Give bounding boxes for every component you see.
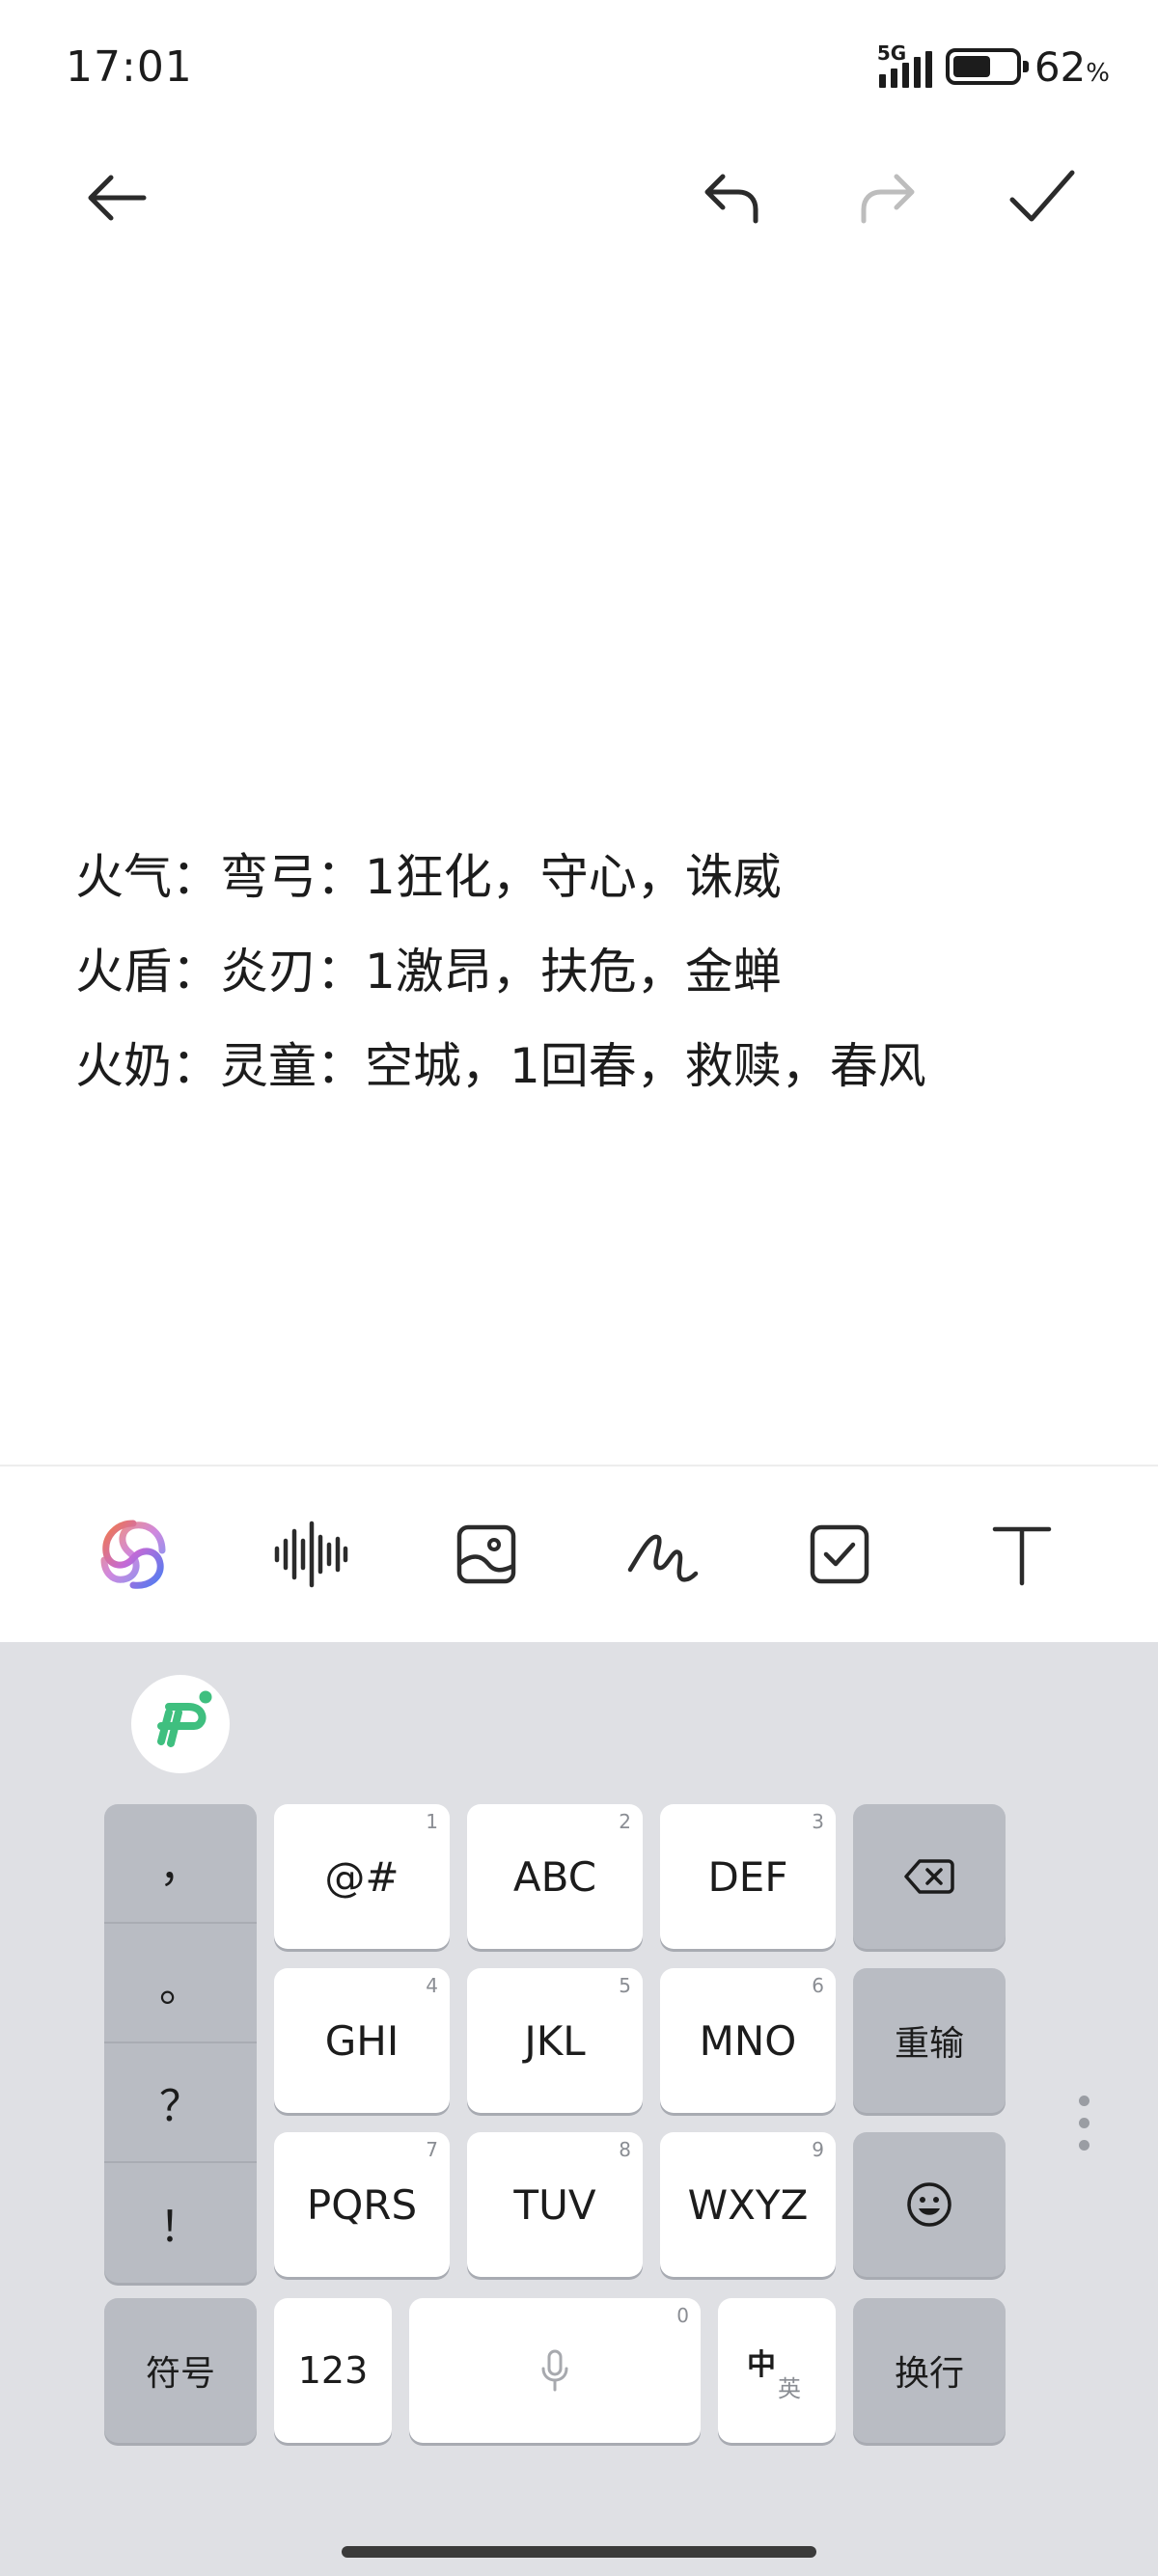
punct-comma-key[interactable]: ， (104, 1804, 257, 1924)
home-indicator[interactable] (342, 2546, 816, 2558)
emoji-icon (907, 2182, 951, 2227)
status-icons: 5G 62% (877, 41, 1110, 91)
key-2[interactable]: ABC 2 (467, 1804, 643, 1949)
backspace-key[interactable] (853, 1804, 1006, 1949)
key-6[interactable]: MNO 6 (660, 1968, 836, 2113)
undo-icon (704, 174, 758, 224)
key-4[interactable]: GHI 4 (274, 1968, 450, 2113)
emoji-key[interactable] (853, 2132, 1006, 2277)
status-time: 17:01 (66, 42, 193, 92)
back-button[interactable] (64, 145, 170, 251)
note-editor[interactable]: 火气：弯弓：1狂化，守心，诛威 火盾：炎刃：1激昂，扶危，金蝉 火奶：灵童：空城… (75, 830, 1089, 1113)
punct-question-key[interactable]: ？ (104, 2043, 257, 2163)
voice-waveform-icon (274, 1521, 348, 1588)
battery-icon (945, 48, 1029, 85)
status-bar: 17:01 5G 62% (0, 0, 1158, 135)
undo-button[interactable] (679, 145, 786, 251)
battery-fill (952, 56, 991, 77)
text-format-icon (992, 1526, 1052, 1586)
microphone-icon (541, 2349, 568, 2392)
redo-icon (861, 174, 915, 224)
checklist-button[interactable] (786, 1501, 893, 1607)
punct-exclaim-key[interactable]: ！ (104, 2163, 257, 2283)
check-icon (1009, 170, 1075, 222)
more-options-icon[interactable] (1079, 2096, 1092, 2151)
key-7[interactable]: PQRS 7 (274, 2132, 450, 2277)
key-1[interactable]: @# 1 (274, 1804, 450, 1949)
network-type: 5G (876, 41, 907, 65)
done-button[interactable] (988, 145, 1094, 251)
numbers-key[interactable]: 123 (274, 2298, 392, 2443)
key-8[interactable]: TUV 8 (467, 2132, 643, 2277)
input-method-logo-icon (157, 1687, 215, 1747)
symbols-key[interactable]: 符号 (104, 2298, 257, 2443)
key-3[interactable]: DEF 3 (660, 1804, 836, 1949)
backspace-icon (904, 1859, 954, 1894)
text-format-button[interactable] (969, 1501, 1075, 1607)
redo-button[interactable] (834, 145, 940, 251)
handwriting-button[interactable] (610, 1501, 716, 1607)
ime-logo-button[interactable] (131, 1675, 230, 1773)
lang-switch-key[interactable]: 中 英 (718, 2298, 836, 2443)
handwriting-icon (627, 1534, 699, 1582)
note-line[interactable]: 火气：弯弓：1狂化，守心，诛威 (75, 830, 1089, 924)
note-toolbar (0, 145, 1158, 251)
enter-key[interactable]: 换行 (853, 2298, 1006, 2443)
image-icon (456, 1524, 516, 1584)
ai-assistant-icon (100, 1520, 166, 1589)
checklist-icon (810, 1524, 869, 1584)
edit-tools-bar (0, 1466, 1158, 1642)
punct-period-key[interactable]: 。 (104, 1924, 257, 2043)
key-5[interactable]: JKL 5 (467, 1968, 643, 2113)
retype-key[interactable]: 重输 (853, 1968, 1006, 2113)
arrow-left-icon (88, 175, 147, 221)
note-line[interactable]: 火奶：灵童：空城，1回春，救赎，春风 (75, 1019, 1089, 1113)
ime-keyboard: ， 。 ？ ！ @# 1 ABC 2 DEF 3 GHI 4 JKL 5 MNO 6 重输 … (0, 1642, 1158, 2576)
insert-image-button[interactable] (433, 1501, 539, 1607)
note-line[interactable]: 火盾：炎刃：1激昂，扶危，金蝉 (75, 924, 1089, 1019)
ai-assistant-button[interactable] (80, 1501, 186, 1607)
voice-record-button[interactable] (257, 1501, 363, 1607)
battery-percent: 62% (1034, 42, 1110, 91)
signal-icon: 5G (877, 41, 932, 88)
key-9[interactable]: WXYZ 9 (660, 2132, 836, 2277)
space-key[interactable]: 0 (409, 2298, 701, 2443)
punctuation-column: ， 。 ？ ！ (104, 1804, 257, 2283)
